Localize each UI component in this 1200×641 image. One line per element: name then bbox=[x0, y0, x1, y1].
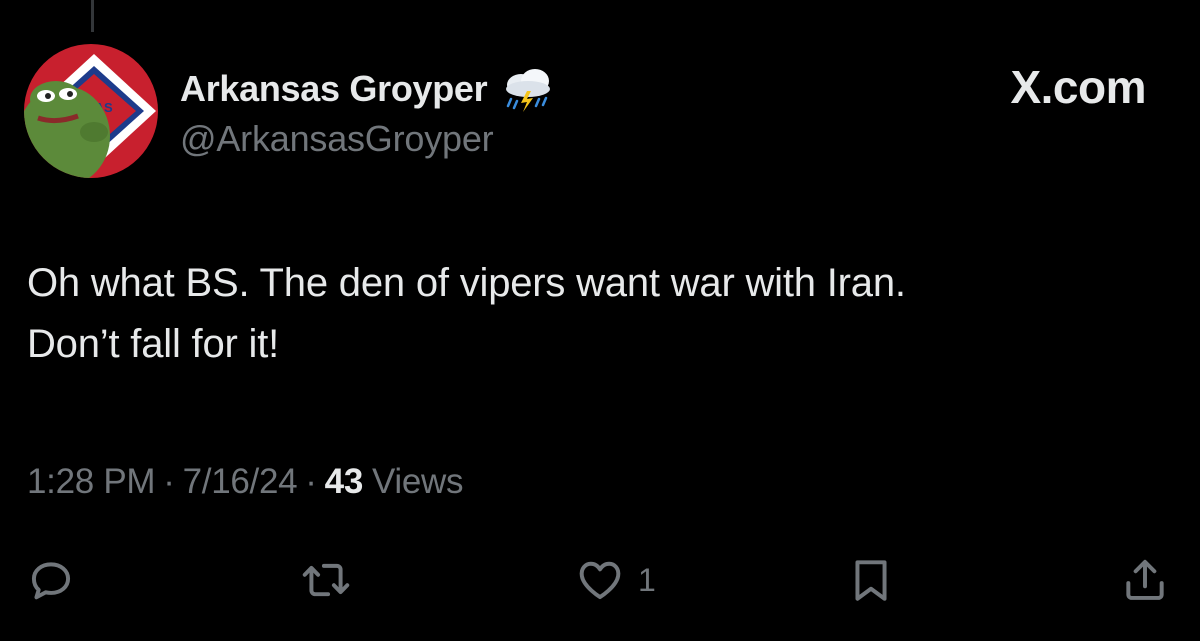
reply-button[interactable] bbox=[26, 548, 76, 612]
tweet-meta: 1:28 PM · 7/16/24 · 43 Views bbox=[27, 462, 464, 502]
brand-watermark: X.com bbox=[1010, 61, 1146, 113]
share-icon bbox=[1126, 559, 1164, 600]
action-bar: 1 bbox=[0, 548, 1200, 612]
tweet-date[interactable]: 7/16/24 bbox=[183, 462, 298, 502]
heart-icon bbox=[579, 561, 621, 600]
user-handle[interactable]: @ArkansasGroyper bbox=[180, 118, 494, 160]
tweet-text-line: Oh what BS. The den of vipers want war w… bbox=[27, 261, 906, 305]
meta-separator: · bbox=[163, 462, 175, 501]
views-label: Views bbox=[372, 462, 464, 501]
tweet-time[interactable]: 1:28 PM bbox=[27, 462, 156, 502]
avatar-image: SAS bbox=[24, 44, 158, 178]
tweet-text-line: Don’t fall for it! bbox=[27, 322, 280, 366]
avatar[interactable]: SAS bbox=[24, 44, 158, 178]
bookmark-button[interactable] bbox=[848, 548, 894, 612]
share-button[interactable] bbox=[1120, 548, 1170, 612]
meta-separator: · bbox=[305, 462, 317, 501]
like-count: 1 bbox=[638, 561, 656, 598]
display-name[interactable]: Arkansas Groyper bbox=[180, 68, 488, 110]
repost-button[interactable] bbox=[298, 548, 354, 612]
reply-icon bbox=[31, 562, 71, 600]
bookmark-icon bbox=[855, 560, 887, 601]
display-name-row: Arkansas Groyper bbox=[180, 64, 557, 114]
thread-connector-line bbox=[91, 0, 94, 32]
like-button[interactable]: 1 bbox=[574, 548, 656, 612]
views-count[interactable]: 43 bbox=[325, 462, 364, 502]
cloud-with-lightning-and-rain-icon bbox=[506, 69, 551, 112]
repost-icon bbox=[302, 563, 350, 597]
tweet-text: Oh what BS. The den of vipers want war w… bbox=[27, 253, 1167, 375]
